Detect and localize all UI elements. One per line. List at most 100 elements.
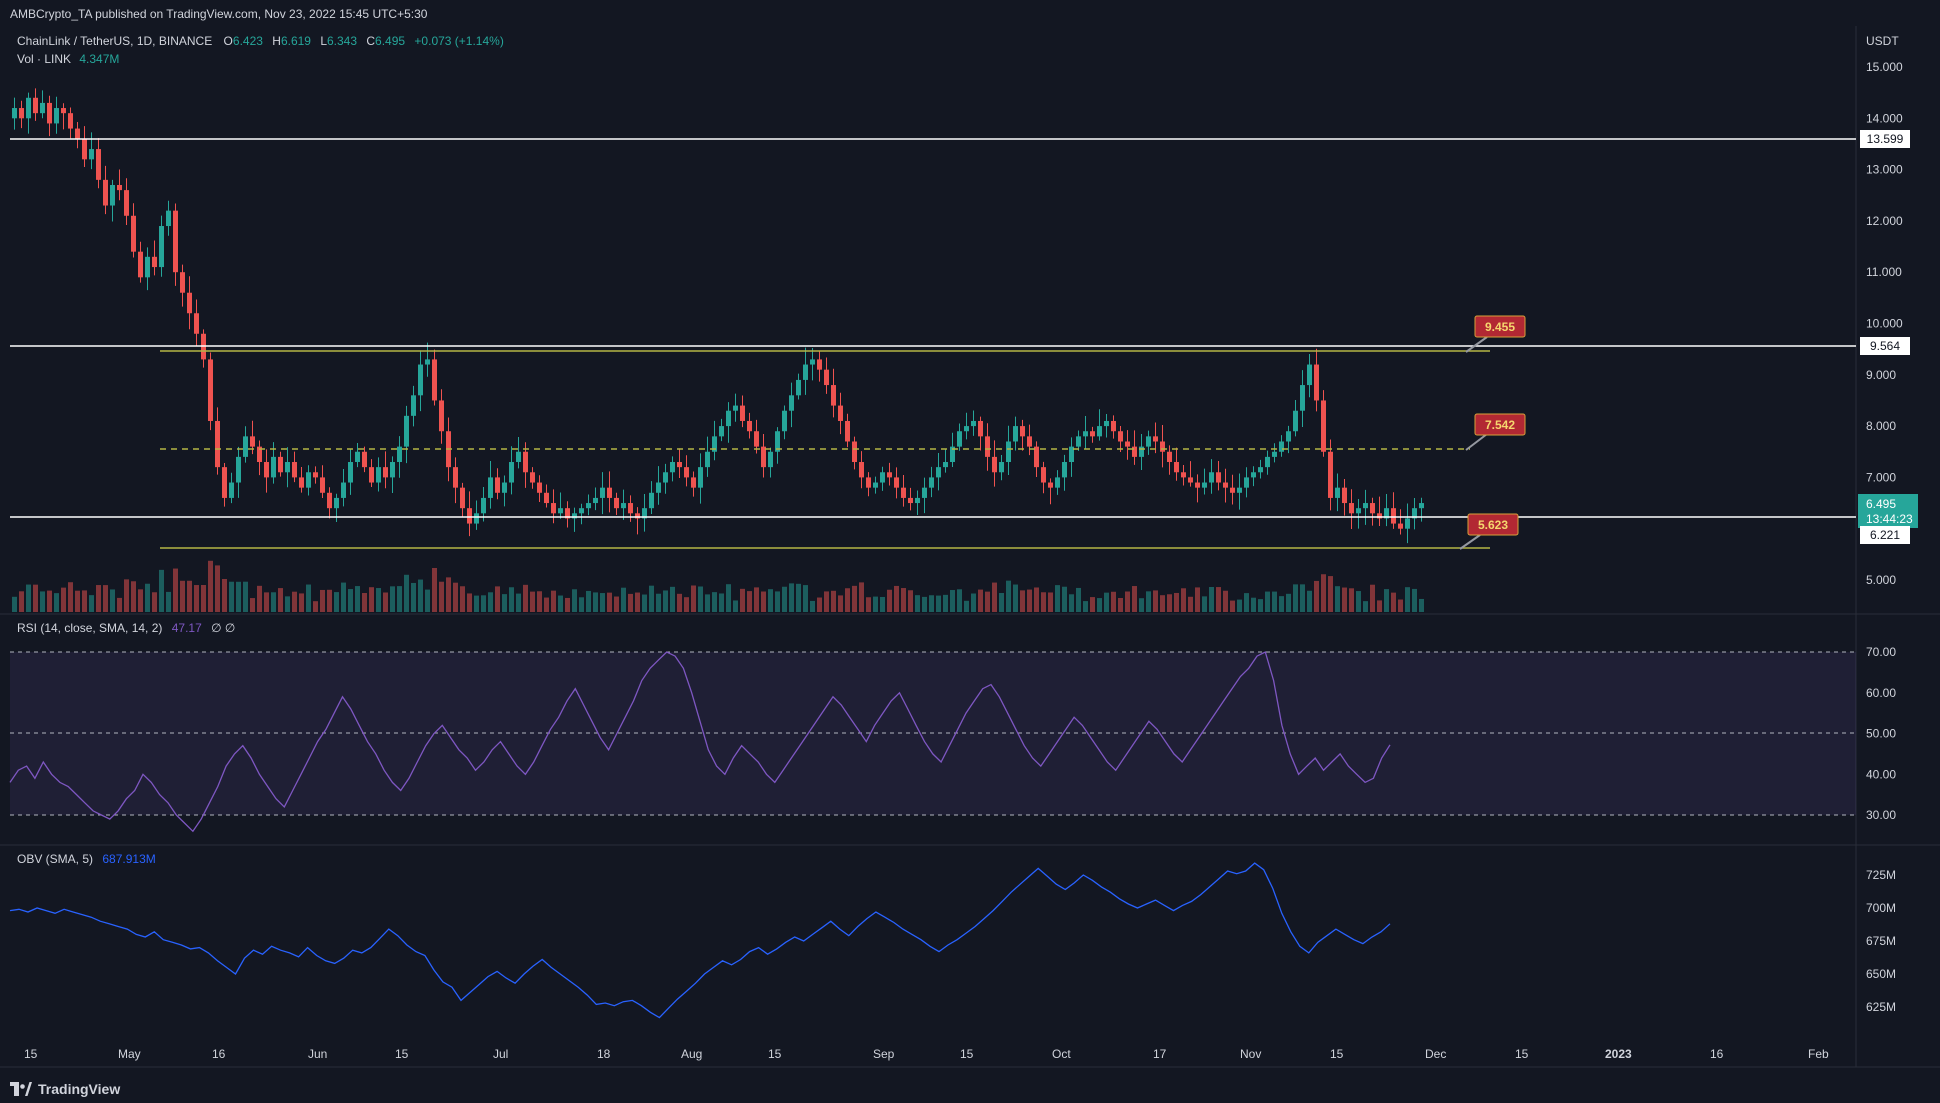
candle[interactable] bbox=[978, 420, 983, 437]
candle[interactable] bbox=[390, 462, 395, 478]
candle[interactable] bbox=[1405, 518, 1410, 529]
candle[interactable] bbox=[488, 477, 493, 498]
candle[interactable] bbox=[1153, 436, 1158, 442]
rsi-legend[interactable]: RSI (14, close, SMA, 14, 2) 47.17 ∅ ∅ bbox=[17, 621, 235, 635]
candle[interactable] bbox=[523, 451, 528, 473]
candle[interactable] bbox=[1321, 400, 1326, 452]
candle[interactable] bbox=[75, 128, 80, 139]
candle[interactable] bbox=[1097, 426, 1102, 437]
candle[interactable] bbox=[1335, 487, 1340, 498]
candle[interactable] bbox=[411, 395, 416, 416]
candle[interactable] bbox=[726, 410, 731, 427]
candle[interactable] bbox=[1118, 431, 1123, 442]
candle[interactable] bbox=[880, 472, 885, 483]
candle[interactable] bbox=[887, 472, 892, 478]
candle[interactable] bbox=[1265, 456, 1270, 468]
candle[interactable] bbox=[1223, 482, 1228, 488]
candle[interactable] bbox=[831, 385, 836, 406]
candle[interactable] bbox=[1272, 451, 1277, 457]
candle[interactable] bbox=[1006, 441, 1011, 463]
candle[interactable] bbox=[1083, 431, 1088, 437]
candle[interactable] bbox=[929, 477, 934, 488]
candle[interactable] bbox=[173, 210, 178, 273]
candle[interactable] bbox=[1062, 462, 1067, 478]
candle[interactable] bbox=[243, 436, 248, 457]
candle[interactable] bbox=[362, 451, 367, 468]
candle[interactable] bbox=[985, 436, 990, 457]
candle[interactable] bbox=[1370, 503, 1375, 514]
candle[interactable] bbox=[1419, 503, 1424, 509]
candle[interactable] bbox=[1188, 477, 1193, 483]
candle[interactable] bbox=[593, 497, 598, 504]
candle[interactable] bbox=[817, 359, 822, 370]
candle[interactable] bbox=[1216, 472, 1221, 483]
candle[interactable] bbox=[670, 462, 675, 473]
candle[interactable] bbox=[796, 379, 801, 396]
candle[interactable] bbox=[1055, 477, 1060, 488]
candle[interactable] bbox=[628, 503, 633, 514]
candle[interactable] bbox=[481, 497, 486, 514]
obv-legend[interactable]: OBV (SMA, 5) 687.913M bbox=[17, 852, 156, 866]
candle[interactable] bbox=[656, 482, 661, 493]
candle[interactable] bbox=[278, 456, 283, 473]
candle[interactable] bbox=[194, 313, 199, 334]
candle[interactable] bbox=[1314, 364, 1319, 401]
candle[interactable] bbox=[852, 441, 857, 463]
candle[interactable] bbox=[1125, 441, 1130, 447]
candle[interactable] bbox=[1356, 508, 1361, 514]
candle[interactable] bbox=[782, 410, 787, 432]
candle[interactable] bbox=[502, 482, 507, 493]
candle[interactable] bbox=[40, 102, 45, 114]
candle[interactable] bbox=[600, 487, 605, 498]
candle[interactable] bbox=[418, 364, 423, 396]
candle[interactable] bbox=[313, 472, 318, 478]
candle[interactable] bbox=[215, 420, 220, 468]
candle[interactable] bbox=[299, 477, 304, 488]
candle[interactable] bbox=[551, 503, 556, 514]
candle[interactable] bbox=[908, 497, 913, 504]
candle[interactable] bbox=[439, 400, 444, 432]
candle[interactable] bbox=[1048, 482, 1053, 488]
candle[interactable] bbox=[404, 415, 409, 447]
candle[interactable] bbox=[824, 369, 829, 386]
candle[interactable] bbox=[1328, 451, 1333, 498]
candle[interactable] bbox=[894, 477, 899, 488]
candle[interactable] bbox=[1181, 472, 1186, 478]
candle[interactable] bbox=[1041, 467, 1046, 483]
candle[interactable] bbox=[768, 451, 773, 468]
candle[interactable] bbox=[1132, 446, 1137, 457]
candle[interactable] bbox=[222, 467, 227, 498]
candle[interactable] bbox=[859, 462, 864, 478]
candle[interactable] bbox=[467, 508, 472, 524]
candle[interactable] bbox=[1293, 410, 1298, 432]
candle[interactable] bbox=[621, 503, 626, 509]
candle[interactable] bbox=[1174, 462, 1179, 473]
candle[interactable] bbox=[1076, 436, 1081, 447]
candle[interactable] bbox=[383, 467, 388, 478]
candle[interactable] bbox=[1209, 472, 1214, 483]
candle[interactable] bbox=[873, 482, 878, 488]
candle[interactable] bbox=[1090, 431, 1095, 437]
candle[interactable] bbox=[845, 420, 850, 442]
candle[interactable] bbox=[1258, 467, 1263, 473]
candle[interactable] bbox=[54, 108, 59, 124]
candle[interactable] bbox=[82, 138, 87, 160]
candle[interactable] bbox=[936, 467, 941, 478]
candle[interactable] bbox=[327, 492, 332, 509]
candle[interactable] bbox=[1237, 487, 1242, 493]
candle[interactable] bbox=[677, 462, 682, 468]
candle[interactable] bbox=[1342, 487, 1347, 504]
candle[interactable] bbox=[866, 477, 871, 488]
candle[interactable] bbox=[1195, 482, 1200, 488]
candle[interactable] bbox=[1027, 436, 1032, 447]
candle[interactable] bbox=[1244, 477, 1249, 488]
candle[interactable] bbox=[1230, 487, 1235, 493]
candle[interactable] bbox=[355, 451, 360, 463]
candle[interactable] bbox=[453, 467, 458, 488]
candle[interactable] bbox=[89, 149, 94, 160]
candle[interactable] bbox=[1279, 441, 1284, 452]
candle[interactable] bbox=[432, 359, 437, 401]
candle[interactable] bbox=[159, 226, 164, 268]
candle[interactable] bbox=[145, 256, 150, 278]
candle[interactable] bbox=[579, 508, 584, 514]
